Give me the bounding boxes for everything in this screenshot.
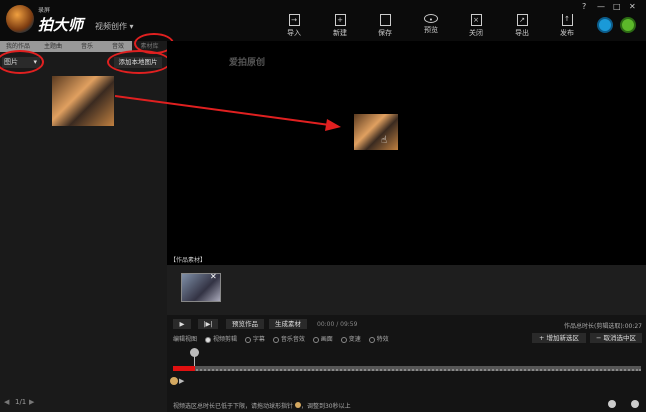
cancel-region-button[interactable]: − 取消选中区 bbox=[590, 333, 642, 343]
close-doc-icon: × bbox=[470, 14, 482, 26]
radio-music[interactable] bbox=[272, 336, 279, 343]
import-icon: → bbox=[288, 14, 300, 26]
next-page-icon[interactable]: ▶ bbox=[29, 398, 34, 406]
brand: 拍大师 bbox=[38, 16, 84, 34]
timeline-track[interactable] bbox=[173, 366, 641, 371]
new-button[interactable]: + 新建 bbox=[325, 14, 355, 38]
step-button[interactable]: |▶| bbox=[198, 319, 218, 329]
save-icon bbox=[379, 14, 391, 26]
time-display: 00:00 / 09:59 bbox=[317, 321, 358, 328]
export-icon: ↗ bbox=[516, 14, 528, 26]
total-duration: 作品总时长(剪辑选取):00:27 bbox=[564, 323, 642, 330]
watermark: 爱拍原创 bbox=[229, 58, 266, 68]
radio-effects[interactable] bbox=[368, 336, 375, 343]
remove-icon[interactable]: ✕ bbox=[210, 272, 217, 281]
prev-page-icon[interactable]: ◀ bbox=[4, 398, 9, 406]
preview-work-button[interactable]: 预览作品 bbox=[226, 319, 264, 329]
pager: 1/1 bbox=[15, 398, 27, 406]
zoom-in-icon[interactable] bbox=[631, 400, 639, 408]
android-icon[interactable] bbox=[620, 17, 636, 33]
maximize-button[interactable]: □ bbox=[613, 2, 621, 11]
import-button[interactable]: → 导入 bbox=[279, 14, 309, 38]
publish-button[interactable]: ↑ 发布 bbox=[552, 14, 582, 38]
edit-view-group: 编辑视图 视频剪辑 字幕 音乐音效 画面 变速 特效 bbox=[173, 336, 389, 343]
materials-strip: ✕ bbox=[167, 265, 646, 315]
upload-icon: ↑ bbox=[561, 14, 573, 26]
status-message: 视频选区总时长已低于下限，请拖动球形指针 ，调整到30秒以上 bbox=[173, 402, 351, 410]
play-marker-icon: ▶ bbox=[179, 377, 185, 385]
playhead-handle[interactable] bbox=[190, 348, 199, 357]
radio-subtitle[interactable] bbox=[244, 336, 251, 343]
mode-dropdown[interactable]: 视频创作 ▾ bbox=[95, 21, 134, 32]
add-region-button[interactable]: + 增加新选区 bbox=[532, 333, 586, 343]
ball-pointer-handle[interactable] bbox=[170, 377, 178, 385]
dragged-image[interactable] bbox=[354, 114, 398, 150]
radio-video-edit[interactable] bbox=[204, 336, 211, 343]
help-button[interactable]: ? bbox=[582, 2, 586, 11]
window-close-button[interactable]: ✕ bbox=[629, 2, 636, 11]
materials-label: 【作品素材】 bbox=[170, 257, 207, 264]
highlight-circle bbox=[107, 50, 171, 74]
new-icon: + bbox=[334, 14, 346, 26]
controls-panel: ▶ |▶| 预览作品 生成素材 00:00 / 09:59 作品总时长(剪辑选取… bbox=[167, 315, 646, 412]
close-button[interactable]: × 关闭 bbox=[461, 14, 491, 38]
hand-cursor-icon: ☝ bbox=[381, 135, 388, 146]
tab-music[interactable]: 音乐 bbox=[70, 41, 104, 52]
export-button[interactable]: ↗ 导出 bbox=[507, 14, 537, 38]
generate-material-button[interactable]: 生成素材 bbox=[269, 319, 307, 329]
ios-icon[interactable] bbox=[597, 17, 613, 33]
image-thumbnail[interactable] bbox=[52, 76, 114, 126]
radio-picture[interactable] bbox=[312, 336, 319, 343]
tab-theme[interactable]: 主题曲 bbox=[36, 41, 70, 52]
preview-button[interactable]: • 预览 bbox=[416, 14, 446, 35]
brand-small: 录屏 bbox=[38, 7, 51, 14]
arrow-annotation bbox=[115, 95, 341, 131]
zoom-out-icon[interactable] bbox=[608, 400, 616, 408]
save-button[interactable]: 保存 bbox=[370, 14, 400, 38]
highlight-circle bbox=[0, 50, 44, 74]
preview-area: 爱拍原创 ☝ 【作品素材】 bbox=[115, 41, 646, 265]
title-bar: 录屏 拍大师 视频创作 ▾ → 导入 + 新建 保存 • 预览 × 关闭 ↗ 导出 ↑ 发布… bbox=[0, 0, 646, 41]
eye-icon: • bbox=[424, 14, 438, 24]
play-button[interactable]: ▶ bbox=[173, 319, 191, 329]
radio-speed[interactable] bbox=[340, 336, 347, 343]
timeline-selection[interactable] bbox=[173, 366, 195, 371]
minimize-button[interactable]: — bbox=[597, 2, 605, 11]
app-logo bbox=[6, 5, 34, 33]
